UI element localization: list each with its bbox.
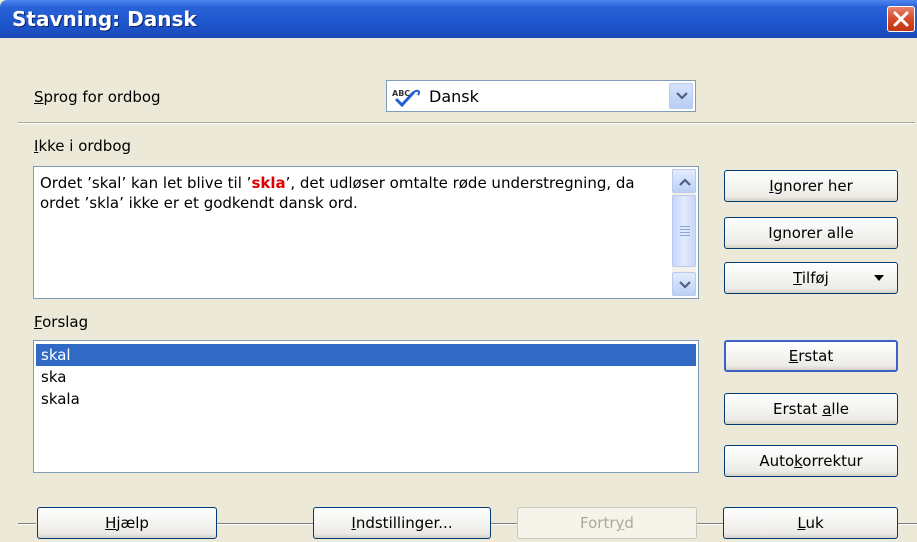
replace-all-button[interactable]: Erstat alle — [724, 393, 898, 425]
language-select[interactable]: ABC Dansk — [386, 80, 696, 112]
suggestion-item[interactable]: ska — [36, 366, 696, 388]
separator — [18, 122, 915, 124]
title-bar[interactable]: Stavning: Dansk — [0, 0, 917, 38]
spellcheck-abc-icon: ABC — [392, 89, 421, 107]
dropdown-arrow-icon — [874, 275, 884, 281]
separator — [697, 523, 723, 525]
misspelled-word: skla — [251, 174, 286, 192]
scroll-up-button[interactable] — [672, 169, 696, 193]
language-label: Sprog for ordbog — [34, 88, 161, 106]
scroll-down-button[interactable] — [672, 272, 696, 296]
ignore-all-button[interactable]: Ignorer alle — [724, 217, 898, 249]
suggestions-label: Forslag — [34, 313, 89, 331]
sentence-scrollbar[interactable] — [672, 169, 696, 296]
window-title: Stavning: Dansk — [12, 7, 197, 31]
separator — [491, 523, 517, 525]
add-to-dictionary-button[interactable]: Tilføj — [724, 262, 898, 294]
separator — [217, 523, 313, 525]
undo-button[interactable]: Fortryd — [517, 507, 697, 539]
help-button[interactable]: Hjælp — [37, 507, 217, 539]
language-value: Dansk — [429, 87, 479, 106]
sentence-textbox[interactable]: Ordet ’skal’ kan let blive til ’skla’, d… — [33, 166, 699, 299]
chevron-down-icon — [676, 92, 688, 100]
language-dropdown-button[interactable] — [669, 83, 693, 109]
sentence-text: Ordet ’skal’ kan let blive til ’skla’, d… — [40, 174, 635, 212]
chevron-up-icon — [679, 178, 691, 186]
close-icon — [893, 11, 909, 27]
suggestions-list[interactable]: skal ska skala — [33, 340, 699, 473]
scroll-thumb[interactable] — [672, 195, 696, 267]
replace-button[interactable]: Erstat — [724, 340, 898, 372]
suggestion-item[interactable]: skala — [36, 388, 696, 410]
svg-text:ABC: ABC — [392, 89, 410, 98]
suggestion-item[interactable]: skal — [36, 344, 696, 366]
close-window-button[interactable] — [887, 6, 915, 32]
separator — [898, 523, 917, 525]
separator — [18, 523, 36, 525]
options-button[interactable]: Indstillinger... — [313, 507, 491, 539]
close-button[interactable]: Luk — [723, 507, 898, 539]
autocorrect-button[interactable]: Autokorrektur — [724, 445, 898, 477]
ignore-once-button[interactable]: Ignorer her — [724, 170, 898, 202]
chevron-down-icon — [679, 281, 691, 289]
not-in-dictionary-label: Ikke i ordbog — [34, 137, 132, 155]
